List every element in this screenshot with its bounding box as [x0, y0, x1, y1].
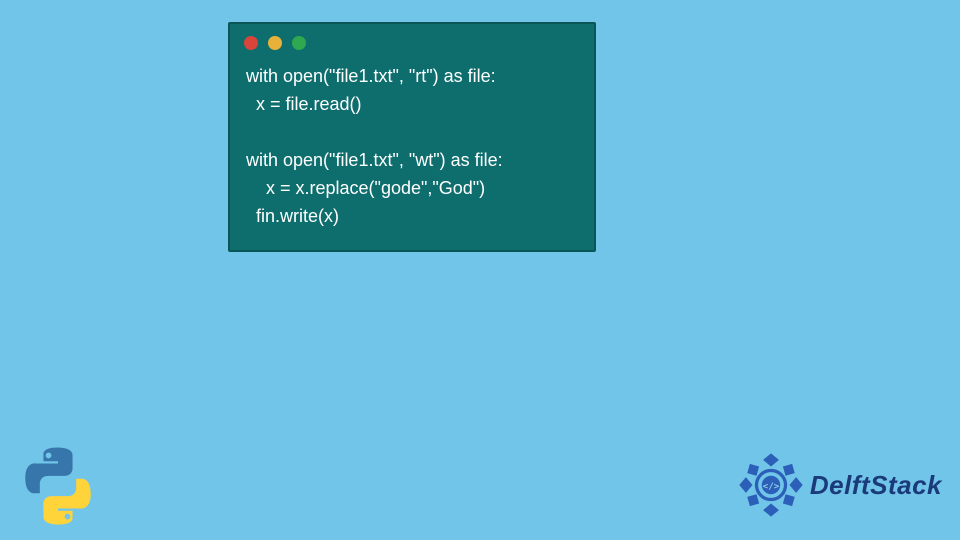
minimize-icon	[268, 36, 282, 50]
window-titlebar	[230, 24, 594, 58]
brand-name: DelftStack	[810, 470, 942, 501]
code-block: with open("file1.txt", "rt") as file: x …	[230, 58, 594, 240]
code-window: with open("file1.txt", "rt") as file: x …	[228, 22, 596, 252]
maximize-icon	[292, 36, 306, 50]
code-line: fin.write(x)	[246, 206, 339, 226]
code-line: x = file.read()	[246, 94, 362, 114]
delftstack-logo-icon: </>	[738, 452, 804, 518]
brand: </> DelftStack	[738, 452, 942, 518]
code-line: with open("file1.txt", "wt") as file:	[246, 150, 503, 170]
close-icon	[244, 36, 258, 50]
code-line: x = x.replace("gode","God")	[246, 178, 485, 198]
svg-text:</>: </>	[763, 481, 780, 492]
code-line	[246, 122, 256, 142]
code-line: with open("file1.txt", "rt") as file:	[246, 66, 496, 86]
python-logo-icon	[18, 446, 98, 526]
